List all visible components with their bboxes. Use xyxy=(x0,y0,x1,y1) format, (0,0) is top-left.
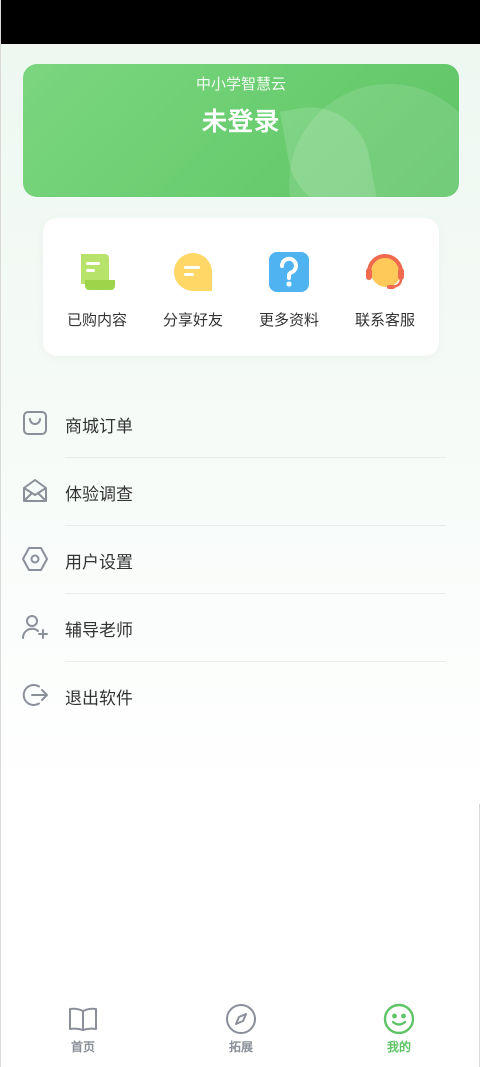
quick-action-support[interactable]: 联系客服 xyxy=(337,250,433,340)
logout-icon xyxy=(21,681,49,709)
nav-home[interactable]: 首页 xyxy=(43,1003,123,1063)
nav-mine[interactable]: 我的 xyxy=(359,1003,439,1063)
menu-item-label: 辅导老师 xyxy=(65,621,133,641)
mail-icon xyxy=(21,477,49,505)
settings-hexagon-icon xyxy=(21,545,49,573)
quick-action-more[interactable]: 更多资料 xyxy=(241,250,337,340)
quick-action-label: 分享好友 xyxy=(162,311,223,329)
menu-item-shop-orders[interactable]: 商城订单 xyxy=(1,390,480,458)
add-user-icon xyxy=(21,613,49,641)
profile-header-card[interactable]: 中小学智慧云 未登录 xyxy=(23,64,459,197)
menu-item-label: 商城订单 xyxy=(65,417,133,437)
menu-item-user-settings[interactable]: 用户设置 xyxy=(1,526,480,594)
nav-explore[interactable]: 拓展 xyxy=(201,1003,281,1063)
menu-list: 商城订单 体验调查 用户设置 辅导老师 退出软件 xyxy=(1,390,480,730)
quick-action-purchased[interactable]: 已购内容 xyxy=(49,250,145,340)
quick-action-share[interactable]: 分享好友 xyxy=(145,250,241,340)
status-bar xyxy=(1,0,480,44)
quick-actions-card: 已购内容 分享好友 更多资料 联系客服 xyxy=(43,218,439,356)
app-name: 中小学智慧云 xyxy=(195,75,286,93)
menu-item-label: 体验调查 xyxy=(65,485,133,505)
menu-item-label: 用户设置 xyxy=(65,553,133,573)
shopping-bag-icon xyxy=(21,409,49,437)
document-icon xyxy=(75,250,119,294)
smiley-icon xyxy=(383,1003,415,1035)
compass-icon xyxy=(225,1003,257,1035)
question-icon xyxy=(267,250,311,294)
nav-label: 我的 xyxy=(386,1040,411,1054)
menu-item-tutor[interactable]: 辅导老师 xyxy=(1,594,480,662)
nav-label: 首页 xyxy=(70,1040,95,1054)
message-icon xyxy=(171,250,215,294)
headset-icon xyxy=(363,250,407,294)
nav-label: 拓展 xyxy=(228,1040,253,1054)
quick-action-label: 更多资料 xyxy=(258,311,319,329)
quick-action-label: 已购内容 xyxy=(66,311,127,329)
menu-item-survey[interactable]: 体验调查 xyxy=(1,458,480,526)
login-status[interactable]: 未登录 xyxy=(23,102,459,138)
menu-item-exit[interactable]: 退出软件 xyxy=(1,662,480,730)
book-icon xyxy=(67,1003,99,1035)
quick-action-label: 联系客服 xyxy=(354,311,415,329)
bottom-nav: 首页 拓展 我的 xyxy=(1,995,479,1067)
menu-item-label: 退出软件 xyxy=(65,689,133,709)
